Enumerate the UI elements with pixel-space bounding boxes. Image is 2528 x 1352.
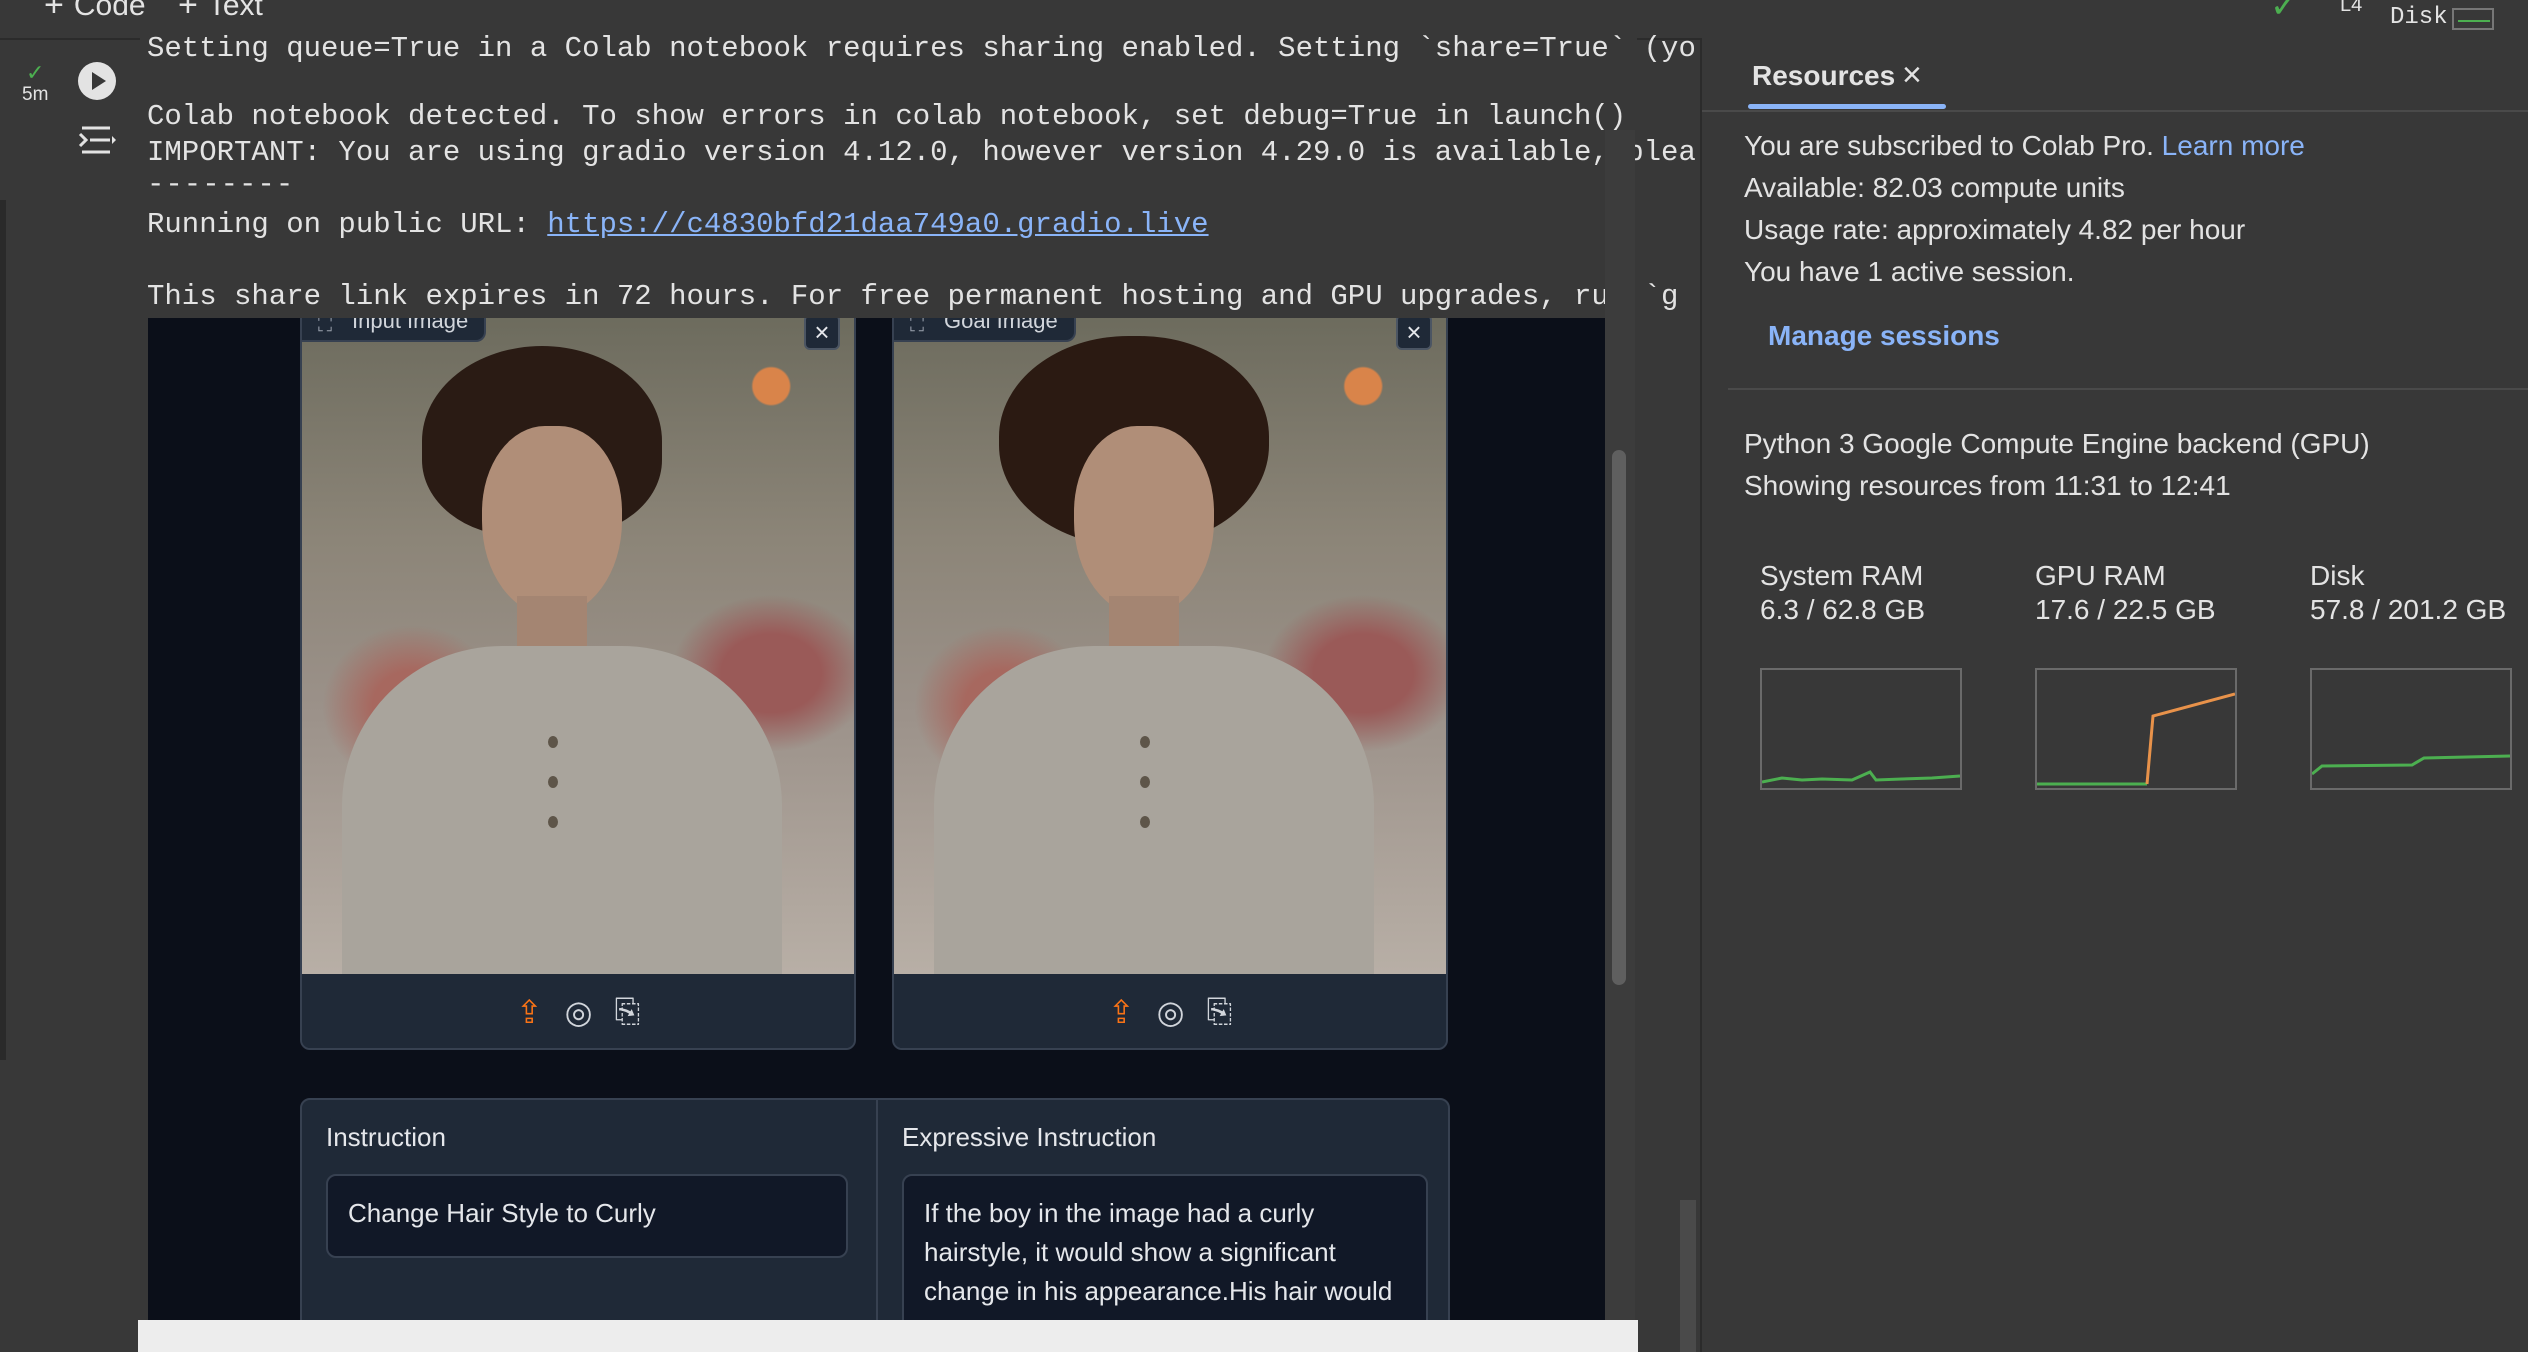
system-ram-label: System RAM: [1760, 560, 1924, 591]
input-image-label: ⛶ Input Image: [302, 318, 487, 342]
gradio-app: ⛶ Input Image × ⇪ ◎ ⎘ ⛶ Goal Image × ⇪ ◎…: [148, 318, 1606, 1320]
tab-divider: [1702, 110, 2528, 112]
public-url-line: Running on public URL: https://c4830bfd2…: [147, 208, 1209, 241]
gpu-ram-label: GPU RAM: [2035, 560, 2166, 591]
image-icon: ⛶: [910, 318, 924, 336]
cell-gutter: ✓ 5m: [0, 40, 140, 1352]
plus-icon: +: [44, 0, 64, 24]
input-image-panel[interactable]: ⛶ Input Image × ⇪ ◎ ⎘: [300, 318, 856, 1050]
gpu-ram-value: 17.6 / 22.5 GB: [2035, 594, 2216, 625]
usage-rate: Usage rate: approximately 4.82 per hour: [1744, 214, 2246, 245]
play-icon: [92, 72, 106, 90]
manage-sessions-button[interactable]: Manage sessions: [1768, 320, 2000, 352]
cell-success-check-icon: ✓: [26, 60, 45, 85]
add-text-label: Text: [207, 0, 263, 22]
instruction-textbox[interactable]: Change Hair Style to Curly: [326, 1174, 848, 1258]
instructions-block: Instruction Change Hair Style to Curly E…: [300, 1098, 1450, 1320]
disk-indicator-label[interactable]: Disk: [2390, 4, 2448, 31]
clipboard-icon[interactable]: ⎘: [615, 993, 641, 1031]
runtime-type-label[interactable]: L4: [2340, 0, 2362, 17]
input-image: [302, 318, 854, 974]
goal-image-label-text: Goal Image: [944, 318, 1058, 333]
section-divider: [1728, 388, 2528, 390]
learn-more-link[interactable]: Learn more: [2162, 130, 2305, 161]
output-line: Setting queue=True in a Colab notebook r…: [147, 32, 1696, 65]
system-ram-value: 6.3 / 62.8 GB: [1760, 594, 1925, 625]
output-line: IMPORTANT: You are using gradio version …: [147, 136, 1696, 169]
goal-image-toolbar: ⇪ ◎ ⎘: [894, 974, 1446, 1048]
subscription-text: You are subscribed to Colab Pro.: [1744, 130, 2154, 161]
close-resources-icon[interactable]: ×: [1902, 56, 1922, 95]
clipboard-icon[interactable]: ⎘: [1207, 993, 1233, 1031]
expressive-instruction-textbox[interactable]: If the boy in the image had a curly hair…: [902, 1174, 1428, 1320]
clear-input-image-button[interactable]: ×: [804, 318, 840, 350]
goal-image-label: ⛶ Goal Image: [894, 318, 1076, 342]
active-sessions: You have 1 active session.: [1744, 256, 2075, 287]
notebook-scroll-thumb[interactable]: [1680, 1200, 1696, 1352]
resources-panel: Resources × You are subscribed to Colab …: [1700, 38, 2528, 1352]
plus-icon: +: [178, 0, 198, 24]
output-line: --------: [147, 168, 295, 201]
resources-tab[interactable]: Resources: [1752, 60, 1895, 92]
image-icon: ⛶: [318, 318, 332, 336]
instruction-label: Instruction: [326, 1122, 446, 1152]
time-range: Showing resources from 11:31 to 12:41: [1744, 470, 2231, 501]
output-scroll-thumb[interactable]: [1612, 450, 1626, 985]
disk-label: Disk: [2310, 560, 2365, 591]
subscription-line: You are subscribed to Colab Pro. Learn m…: [1744, 130, 2305, 162]
clear-goal-image-button[interactable]: ×: [1396, 318, 1432, 350]
cell-exec-time: 5m: [22, 84, 49, 105]
disk-value: 57.8 / 201.2 GB: [2310, 594, 2507, 625]
input-image-label-text: Input Image: [352, 318, 469, 333]
input-image-toolbar: ⇪ ◎ ⎘: [302, 974, 854, 1048]
add-text-button[interactable]: + Text: [178, 0, 263, 25]
run-cell-button[interactable]: [78, 62, 116, 100]
available-units: Available: 82.03 compute units: [1744, 172, 2125, 203]
connected-check-icon: ✓: [2270, 0, 2299, 25]
upload-icon[interactable]: ⇪: [1108, 993, 1135, 1031]
backend-info: Python 3 Google Compute Engine backend (…: [1744, 428, 2370, 459]
webcam-icon[interactable]: ◎: [1157, 993, 1185, 1031]
output-actions-icon[interactable]: [76, 120, 120, 160]
public-url-prefix: Running on public URL:: [147, 208, 548, 241]
gpu-ram-graph: [2035, 668, 2237, 790]
webcam-icon[interactable]: ◎: [565, 993, 593, 1031]
goal-image: [894, 318, 1446, 974]
system-ram-graph: [1760, 668, 1962, 790]
add-code-label: Code: [73, 0, 146, 22]
output-line: This share link expires in 72 hours. For…: [147, 280, 1679, 313]
goal-image-panel[interactable]: ⛶ Goal Image × ⇪ ◎ ⎘: [892, 318, 1448, 1050]
public-url-link[interactable]: https://c4830bfd21daa749a0.gradio.live: [547, 208, 1208, 241]
disk-graph: [2310, 668, 2512, 790]
upload-icon[interactable]: ⇪: [516, 993, 543, 1031]
expressive-instruction-label: Expressive Instruction: [902, 1122, 1157, 1152]
disk-mini-graph[interactable]: [2452, 8, 2494, 30]
active-tab-indicator: [1748, 104, 1946, 109]
add-code-button[interactable]: + Code: [44, 0, 146, 25]
gutter-divider: [0, 200, 6, 1060]
close-icon: ×: [814, 318, 830, 347]
instructions-divider: [876, 1100, 878, 1320]
output-line: Colab notebook detected. To show errors …: [147, 100, 1627, 133]
close-icon: ×: [1406, 318, 1422, 347]
horizontal-scrollbar[interactable]: [138, 1320, 1638, 1352]
